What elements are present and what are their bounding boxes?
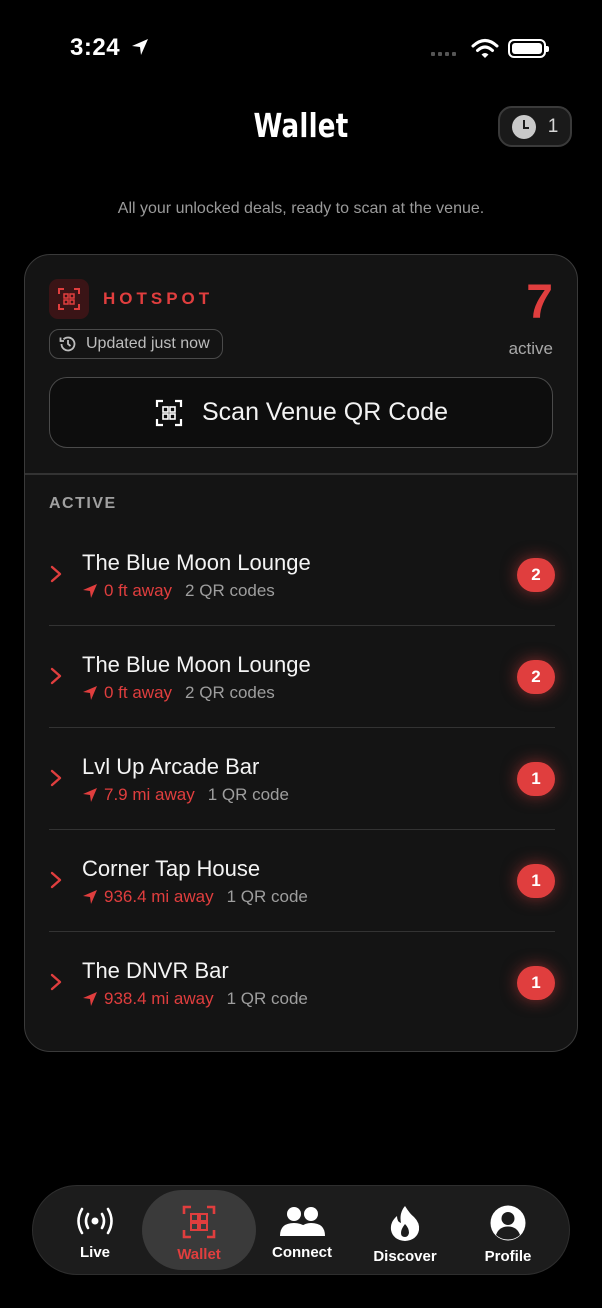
clock-icon	[511, 114, 536, 139]
location-arrow-icon	[83, 890, 97, 904]
tab-connect[interactable]: Connect	[245, 1190, 359, 1270]
tab-live[interactable]: Live	[38, 1190, 152, 1270]
venue-meta: 7.9 mi away 1 QR code	[82, 785, 289, 805]
chevron-right-icon	[50, 667, 62, 685]
section-label-active: ACTIVE	[49, 495, 117, 512]
chevron-right-icon	[50, 973, 62, 991]
active-count: 7	[526, 276, 553, 329]
venue-meta: 0 ft away 2 QR codes	[82, 581, 275, 601]
chevron-right-icon	[50, 871, 62, 889]
history-count: 1	[547, 115, 559, 137]
tab-profile[interactable]: Profile	[451, 1190, 565, 1270]
venue-name: Corner Tap House	[82, 856, 261, 881]
venue-name: The DNVR Bar	[82, 958, 229, 983]
count-badge: 2	[517, 660, 555, 694]
venue-row[interactable]: Lvl Up Arcade Bar 7.9 mi away 1 QR code …	[49, 728, 555, 830]
count-badge: 1	[517, 762, 555, 796]
venue-qr-count: 2 QR codes	[185, 683, 275, 702]
tab-discover[interactable]: Discover	[348, 1190, 462, 1270]
venue-name: The Blue Moon Lounge	[82, 652, 311, 677]
scan-venue-qr-button[interactable]: Scan Venue QR Code	[49, 377, 553, 448]
status-time: 3:24	[70, 34, 121, 61]
tab-wallet[interactable]: Wallet	[142, 1190, 256, 1270]
scan-button-label: Scan Venue QR Code	[202, 398, 448, 426]
broadcast-icon	[77, 1207, 113, 1235]
venue-meta: 0 ft away 2 QR codes	[82, 683, 275, 703]
venue-row[interactable]: Corner Tap House 936.4 mi away 1 QR code…	[49, 830, 555, 932]
venue-name: The Blue Moon Lounge	[82, 550, 311, 575]
venue-meta: 936.4 mi away 1 QR code	[82, 887, 308, 907]
venue-qr-count: 1 QR code	[207, 785, 289, 804]
tab-bar: Live Wallet Connect Discover Profile	[32, 1185, 570, 1275]
person-icon	[490, 1205, 526, 1241]
tab-label: Wallet	[177, 1246, 221, 1263]
tab-label: Profile	[484, 1248, 532, 1265]
location-arrow-icon	[83, 788, 97, 802]
venue-list: The Blue Moon Lounge 0 ft away 2 QR code…	[49, 524, 555, 1034]
venue-distance: 938.4 mi away	[104, 989, 214, 1008]
chevron-right-icon	[50, 565, 62, 583]
brand-name: HOTSPOT	[103, 289, 214, 308]
updated-text: Updated just now	[86, 335, 210, 352]
venue-qr-count: 2 QR codes	[185, 581, 275, 600]
venue-qr-count: 1 QR code	[226, 887, 308, 906]
wallet-card: HOTSPOT Updated just now 7 active Scan V…	[24, 254, 578, 1052]
venue-qr-count: 1 QR code	[226, 989, 308, 1008]
tab-label: Connect	[272, 1244, 332, 1261]
history-button[interactable]: 1	[498, 106, 572, 147]
flame-icon	[390, 1206, 420, 1241]
battery-icon	[508, 39, 549, 58]
chevron-right-icon	[50, 769, 62, 787]
hotspot-logo-icon	[49, 279, 89, 319]
history-icon	[59, 336, 76, 352]
venue-distance: 936.4 mi away	[104, 887, 214, 906]
location-arrow-icon	[83, 584, 97, 598]
qr-scan-icon	[155, 399, 183, 426]
people-icon	[280, 1207, 325, 1236]
divider	[25, 473, 577, 475]
venue-row[interactable]: The DNVR Bar 938.4 mi away 1 QR code 1	[49, 932, 555, 1034]
page-title: Wallet	[253, 106, 349, 145]
page-subtitle: All your unlocked deals, ready to scan a…	[117, 200, 485, 217]
updated-status-pill: Updated just now	[49, 329, 223, 359]
active-label: active	[508, 339, 553, 358]
location-arrow-icon	[83, 686, 97, 700]
wifi-icon	[471, 39, 499, 58]
venue-row[interactable]: The Blue Moon Lounge 0 ft away 2 QR code…	[49, 626, 555, 728]
venue-distance: 0 ft away	[104, 683, 173, 702]
cellular-signal-icon	[431, 52, 456, 56]
venue-distance: 7.9 mi away	[104, 785, 195, 804]
venue-name: Lvl Up Arcade Bar	[82, 754, 260, 779]
count-badge: 2	[517, 558, 555, 592]
qr-wallet-icon	[182, 1205, 216, 1239]
location-arrow-icon	[132, 39, 148, 55]
count-badge: 1	[517, 966, 555, 1000]
count-badge: 1	[517, 864, 555, 898]
venue-meta: 938.4 mi away 1 QR code	[82, 989, 308, 1009]
venue-row[interactable]: The Blue Moon Lounge 0 ft away 2 QR code…	[49, 524, 555, 626]
status-bar: 3:24	[0, 0, 602, 96]
tab-label: Live	[79, 1244, 110, 1261]
tab-label: Discover	[373, 1248, 437, 1265]
location-arrow-icon	[83, 992, 97, 1006]
venue-distance: 0 ft away	[104, 581, 173, 600]
